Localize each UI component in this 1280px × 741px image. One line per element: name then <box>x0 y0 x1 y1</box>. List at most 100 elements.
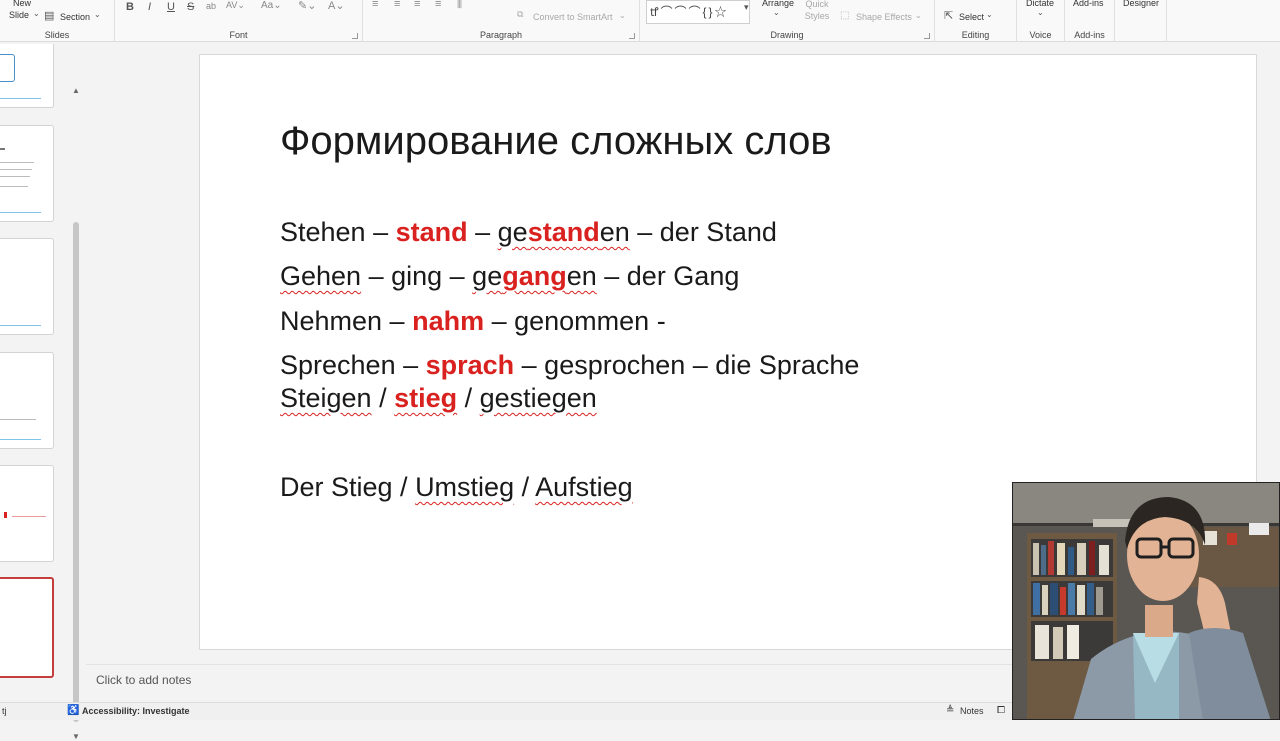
drawing-dialog-launcher-icon[interactable] <box>924 33 930 39</box>
slide-thumbnail[interactable] <box>0 465 54 562</box>
font-color-icon[interactable]: A⌄ <box>328 0 345 12</box>
slide-text-line[interactable]: Sprechen – sprach – gesprochen – die Spr… <box>280 350 859 381</box>
word-part: ge <box>497 217 528 247</box>
paragraph-dialog-launcher-icon[interactable] <box>629 33 635 39</box>
font-dialog-launcher-icon[interactable] <box>352 33 358 39</box>
slide-text-line[interactable]: Nehmen – nahm – genommen - <box>280 306 666 337</box>
slide-text-line[interactable]: Stehen – stand – gestanden – der Stand <box>280 217 777 248</box>
word: gegangen <box>472 261 597 291</box>
scroll-down-icon[interactable]: ▼ <box>72 732 80 741</box>
new-slide-button[interactable]: New <box>13 0 31 8</box>
paragraph-group-label: Paragraph <box>479 30 523 40</box>
underline-button[interactable]: U <box>167 1 175 13</box>
webcam-overlay <box>1012 482 1280 720</box>
align-left-icon[interactable]: ≡ <box>372 0 378 10</box>
notes-placeholder[interactable]: Click to add notes <box>96 673 191 687</box>
smartart-icon: ⧉ <box>517 9 524 19</box>
slide-title[interactable]: Формирование сложных слов <box>280 119 832 164</box>
columns-icon[interactable]: ⫼ <box>457 0 462 11</box>
highlighted-word: stand <box>527 217 600 247</box>
thumbnail-text-line <box>0 176 30 177</box>
thumbnail-text-line <box>0 148 5 150</box>
word: – <box>365 217 396 247</box>
word: Steigen <box>280 383 372 413</box>
word: – <box>467 217 498 247</box>
shape-effects-button[interactable]: Shape Effects <box>856 12 912 22</box>
thumbnail-red-mark <box>4 512 7 518</box>
word: Der Stieg / <box>280 472 416 502</box>
slide-thumbnail-pane: ▲ ▼ <box>0 42 86 741</box>
highlighted-word: gang <box>502 261 567 291</box>
word: Gehen <box>280 261 362 291</box>
justify-icon[interactable]: ≡ <box>435 0 441 10</box>
addins-button[interactable]: Add-ins <box>1073 0 1104 8</box>
font-group-label: Font <box>229 30 248 40</box>
word: / <box>457 383 480 413</box>
comments-icon[interactable]: ⧠ <box>997 705 1005 716</box>
notes-icon[interactable]: ≜ <box>946 705 954 716</box>
quick-styles-button[interactable]: Quick Styles <box>800 0 834 22</box>
highlight-icon[interactable]: ✎⌄ <box>298 0 316 12</box>
select-button[interactable]: Select <box>959 12 984 22</box>
word: gestiegen <box>479 383 597 413</box>
highlighted-word: nahm <box>412 306 485 336</box>
slide-thumbnail[interactable] <box>0 238 54 335</box>
shape-effects-dropdown-icon[interactable]: ⌄ <box>915 11 922 20</box>
italic-button[interactable]: I <box>148 1 151 13</box>
bold-button[interactable]: B <box>126 1 134 13</box>
slide-thumbnail[interactable] <box>0 44 54 108</box>
word-part: en <box>566 261 597 291</box>
slide-text-line[interactable]: Steigen / stieg / gestiegen <box>280 383 597 414</box>
dictate-dropdown-icon[interactable]: ⌄ <box>1037 8 1044 17</box>
section-dropdown-icon[interactable]: ⌄ <box>94 10 101 19</box>
word: – gesprochen – die Sprache <box>514 350 860 380</box>
thumbnail-text-line <box>0 169 32 170</box>
word: – der Gang <box>596 261 740 291</box>
slide-text-line[interactable]: Gehen – ging – gegangen – der Gang <box>280 261 739 292</box>
shapes-more-icon[interactable]: ▾ <box>744 2 749 13</box>
font-group: B I U S ab AV⌄ Aa⌄ ✎⌄ A⌄ Font <box>115 0 363 42</box>
ribbon: New Slide ⌄ ▤ Section ⌄ Slides B I U S a… <box>0 0 1280 42</box>
strikethrough-alt-icon[interactable]: ab <box>206 1 216 11</box>
word-part: en <box>599 217 630 247</box>
shapes-gallery[interactable]: ꝷ⌒⌒⌒{}☆ <box>646 0 750 24</box>
strikethrough-button[interactable]: S <box>187 1 194 13</box>
word: Sprechen – <box>280 350 426 380</box>
slide-thumbnail[interactable] <box>0 352 54 449</box>
addins-group-label: Add-ins <box>1074 30 1105 40</box>
convert-to-smartart-button[interactable]: Convert to SmartArt <box>533 12 613 22</box>
word-part: ge <box>472 261 503 291</box>
change-case-icon[interactable]: Aa⌄ <box>261 0 282 11</box>
notes-toggle-button[interactable]: Notes <box>960 706 984 716</box>
word: – genommen - <box>484 306 666 336</box>
select-icon: ⇱ <box>944 10 954 22</box>
slide-thumbnail-selected[interactable] <box>0 577 54 678</box>
designer-button[interactable]: Designer <box>1123 0 1159 8</box>
arrange-button[interactable]: Arrange <box>762 0 794 8</box>
slides-group: New Slide ⌄ ▤ Section ⌄ Slides <box>0 0 115 42</box>
align-center-icon[interactable]: ≡ <box>394 0 400 10</box>
select-dropdown-icon[interactable]: ⌄ <box>986 10 993 19</box>
accessibility-status-button[interactable]: Accessibility: Investigate <box>82 706 190 716</box>
align-right-icon[interactable]: ≡ <box>414 0 420 10</box>
smartart-dropdown-icon[interactable]: ⌄ <box>619 11 626 20</box>
section-button[interactable]: Section <box>60 12 90 22</box>
new-slide-dropdown-icon[interactable]: ⌄ <box>33 9 40 18</box>
voice-group: Dictate ⌄ Voice <box>1017 0 1065 42</box>
drawing-group-label: Drawing <box>770 30 804 40</box>
scroll-up-icon[interactable]: ▲ <box>72 86 80 95</box>
thumbnail-red-line <box>12 516 46 517</box>
editing-group-label: Editing <box>961 30 990 40</box>
dictate-button[interactable]: Dictate <box>1026 0 1054 8</box>
new-slide-label[interactable]: Slide <box>9 10 29 20</box>
thumbnail-text-line <box>0 162 34 163</box>
slide-text-line[interactable]: Der Stieg / Umstieg / Aufstieg <box>280 472 633 503</box>
word: – der Stand <box>629 217 777 247</box>
arrange-dropdown-icon[interactable]: ⌄ <box>773 8 780 17</box>
accessibility-icon[interactable]: ♿ <box>67 705 79 716</box>
thumbnail-scrollbar-thumb[interactable] <box>73 222 79 722</box>
slide-thumbnail[interactable] <box>0 125 54 222</box>
section-icon: ▤ <box>44 10 55 22</box>
word: gestanden <box>498 217 630 247</box>
character-spacing-icon[interactable]: AV⌄ <box>226 0 245 11</box>
